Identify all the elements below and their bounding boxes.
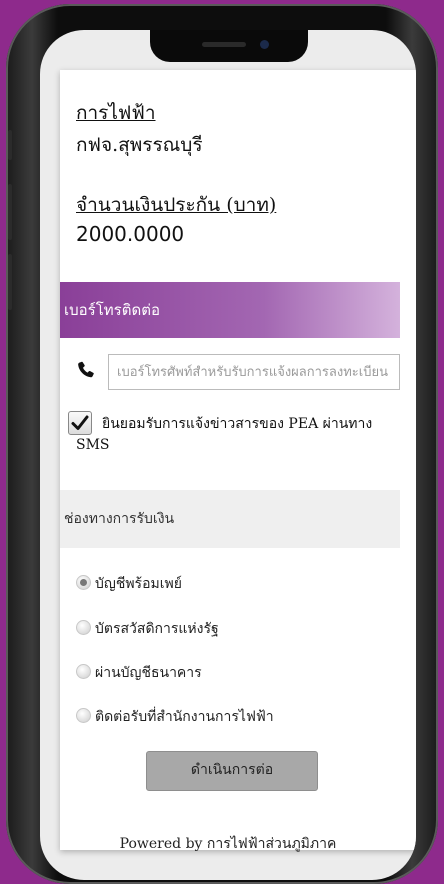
registration-card: การไฟฟ้า กฟจ.สุพรรณบุรี จำนวนเงินประกัน …	[60, 70, 416, 850]
radio-label: บัตรสวัสดิการแห่งรัฐ	[95, 621, 219, 637]
consent-label: ยินยอมรับการแจ้งข่าวสารของ PEA ผ่านทาง S…	[76, 416, 373, 453]
radio-icon[interactable]	[76, 620, 91, 635]
radio-icon[interactable]	[76, 708, 91, 723]
radio-label: ติดต่อรับที่สำนักงานการไฟฟ้า	[95, 709, 274, 725]
speaker-grille	[202, 42, 246, 47]
radio-selected-icon[interactable]	[76, 575, 91, 590]
radio-bank-account[interactable]: ผ่านบัญชีธนาคาร	[76, 663, 202, 683]
consent-label-wrap: ยินยอมรับการแจ้งข่าวสารของ PEA ผ่านทาง S…	[76, 414, 376, 456]
front-camera-icon	[260, 40, 269, 49]
radio-label: ผ่านบัญชีธนาคาร	[95, 665, 202, 681]
contact-section-header: เบอร์โทรติดต่อ	[60, 282, 400, 338]
electricity-value: กฟจ.สุพรรณบุรี	[76, 134, 203, 156]
radio-icon[interactable]	[76, 664, 91, 679]
radio-label: บัญชีพร้อมเพย์	[95, 576, 182, 592]
volume-up-button	[8, 184, 12, 240]
continue-button[interactable]: ดำเนินการต่อ	[146, 751, 318, 791]
radio-promptpay[interactable]: บัญชีพร้อมเพย์	[76, 574, 182, 594]
phone-icon	[78, 361, 94, 378]
notch	[150, 30, 308, 62]
phone-input[interactable]	[108, 354, 400, 390]
radio-welfare-card[interactable]: บัตรสวัสดิการแห่งรัฐ	[76, 619, 219, 639]
footer-text: Powered by การไฟฟ้าส่วนภูมิภาค	[119, 836, 337, 852]
phone-frame: การไฟฟ้า กฟจ.สุพรรณบุรี จำนวนเงินประกัน …	[6, 4, 438, 884]
deposit-value: 2000.0000	[76, 222, 185, 246]
phone-screen: การไฟฟ้า กฟจ.สุพรรณบุรี จำนวนเงินประกัน …	[40, 30, 416, 880]
deposit-label: จำนวนเงินประกัน (บาท)	[76, 194, 277, 216]
electricity-label: การไฟฟ้า	[76, 102, 156, 124]
side-button	[8, 130, 12, 160]
volume-down-button	[8, 254, 12, 310]
payment-section-header: ช่องทางการรับเงิน	[60, 490, 400, 548]
radio-office-pickup[interactable]: ติดต่อรับที่สำนักงานการไฟฟ้า	[76, 707, 274, 727]
